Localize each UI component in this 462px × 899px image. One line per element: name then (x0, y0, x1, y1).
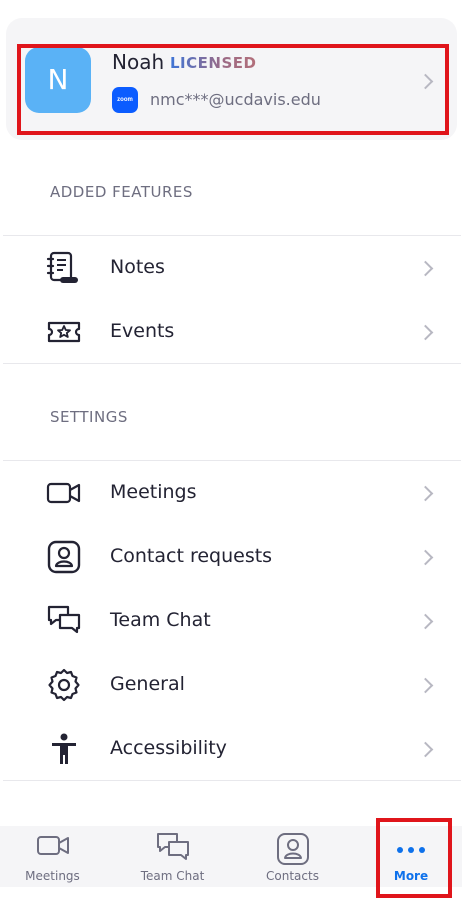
menu-item-label: Meetings (110, 481, 197, 503)
menu-item-label: Events (110, 320, 175, 342)
chat-bubbles-icon (46, 604, 82, 638)
profile-name: Noah (112, 50, 165, 74)
gear-icon (46, 668, 82, 702)
tab-more[interactable]: More (360, 826, 462, 887)
chevron-right-icon (417, 324, 434, 341)
menu-item-notes[interactable]: Notes (0, 237, 462, 299)
chevron-right-icon (417, 741, 434, 758)
menu-item-label: Notes (110, 256, 165, 278)
tab-label: Meetings (25, 869, 80, 883)
license-badge: LICENSED (170, 54, 257, 72)
accessibility-icon (46, 732, 82, 766)
ticket-icon (46, 315, 82, 349)
tab-contacts[interactable]: Contacts (240, 826, 345, 887)
bottom-safe-area (0, 887, 462, 899)
section-title-added-features: ADDED FEATURES (50, 183, 193, 201)
divider (3, 780, 461, 781)
menu-item-label: Accessibility (110, 737, 227, 759)
divider (3, 235, 461, 236)
tab-meetings[interactable]: Meetings (0, 826, 105, 887)
avatar: N (25, 47, 91, 113)
chevron-right-icon (417, 485, 434, 502)
menu-item-label: General (110, 673, 185, 695)
menu-item-accessibility[interactable]: Accessibility (0, 718, 462, 780)
chevron-right-icon (417, 549, 434, 566)
tab-label: Contacts (266, 869, 319, 883)
menu-item-label: Team Chat (110, 609, 211, 631)
bottom-tab-bar: Meetings Team Chat Contacts More (0, 826, 462, 887)
divider (3, 460, 461, 461)
tab-label: More (393, 869, 429, 883)
chat-bubbles-icon (156, 832, 190, 870)
menu-item-meetings[interactable]: Meetings (0, 462, 462, 524)
contact-icon (46, 540, 82, 574)
menu-item-label: Contact requests (110, 545, 273, 567)
menu-item-events[interactable]: Events (0, 301, 462, 363)
contact-icon (276, 832, 310, 870)
more-dots-icon (394, 840, 428, 859)
chevron-right-icon (417, 677, 434, 694)
menu-item-contact-requests[interactable]: Contact requests (0, 526, 462, 588)
chevron-right-icon (417, 613, 434, 630)
profile-email: nmc***@ucdavis.edu (150, 90, 321, 109)
menu-item-team-chat[interactable]: Team Chat (0, 590, 462, 652)
tab-team-chat[interactable]: Team Chat (120, 826, 225, 887)
video-camera-icon (46, 476, 82, 510)
video-camera-icon (36, 832, 70, 864)
chevron-right-icon (417, 260, 434, 277)
divider (3, 363, 461, 364)
zoom-logo-icon: zoom (112, 87, 138, 113)
tab-label: Team Chat (140, 869, 205, 883)
notes-icon (46, 251, 82, 285)
menu-item-general[interactable]: General (0, 654, 462, 716)
section-title-settings: SETTINGS (50, 408, 128, 426)
